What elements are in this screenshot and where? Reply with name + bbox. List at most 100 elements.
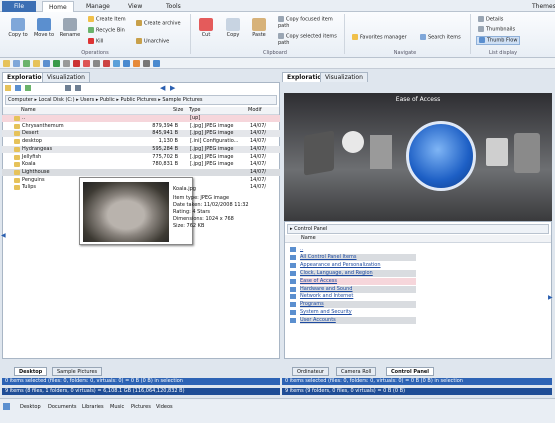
tab-visualization[interactable]: Visualization: [42, 72, 90, 82]
terminal-icon[interactable]: [93, 60, 100, 67]
table-row[interactable]: Koala 780,831 B [.jpg] JPEG image 14/07/: [2, 161, 280, 168]
tab-camera-roll[interactable]: Camera Roll: [336, 367, 377, 376]
thumbnails-view-button[interactable]: Thumbnails: [478, 26, 515, 33]
collapse-right-arrow-icon[interactable]: ▶: [548, 294, 553, 301]
breadcrumb-item[interactable]: Control Panel: [294, 226, 327, 232]
control-panel-item[interactable]: Programs: [300, 301, 416, 309]
search-items-button[interactable]: Search items: [420, 34, 461, 41]
favorite-item[interactable]: Videos: [156, 404, 173, 410]
thumb-flow-view-button[interactable]: Thumb Flow: [476, 36, 521, 45]
breadcrumb-item[interactable]: Computer: [8, 97, 33, 103]
folder-icon[interactable]: [3, 60, 10, 67]
column-modified[interactable]: Modif: [248, 107, 262, 113]
left-breadcrumb[interactable]: Computer ▸ Local Disk (C:) ▸ Users ▸ Pub…: [5, 95, 277, 105]
printer-icon[interactable]: [370, 135, 392, 169]
tab-control-panel[interactable]: Control Panel: [386, 367, 434, 376]
control-panel-item[interactable]: System and Security: [300, 309, 416, 316]
thumb-flow-preview[interactable]: Ease of Access: [284, 93, 552, 221]
copy-focused-path-button[interactable]: Copy focused item path: [278, 16, 340, 29]
new-folder-icon[interactable]: [25, 85, 31, 91]
recycle-bin-button[interactable]: Recycle Bin: [88, 27, 125, 34]
collapse-left-arrow-icon[interactable]: ◀: [1, 232, 6, 239]
tab-home[interactable]: Home: [42, 1, 74, 12]
unarchive-button[interactable]: Unarchive: [136, 38, 169, 45]
breadcrumb-item[interactable]: Users: [80, 97, 94, 103]
control-panel-item[interactable]: Network and Internet: [300, 293, 416, 300]
control-panel-item[interactable]: Clock, Language, and Region: [300, 269, 416, 277]
details-view-button[interactable]: Details: [478, 16, 503, 23]
table-row[interactable]: Hydrangeas 595,284 B [.jpg] JPEG image 14/0…: [2, 145, 280, 153]
paste-button[interactable]: Paste: [248, 18, 270, 38]
tab-tools[interactable]: Tools: [160, 1, 187, 12]
table-row[interactable]: Tulips 14/07/: [2, 184, 280, 191]
firefox-icon[interactable]: [133, 60, 140, 67]
column-type[interactable]: Type: [189, 107, 200, 113]
view-list-icon[interactable]: [75, 85, 81, 91]
media-icon[interactable]: [103, 60, 110, 67]
desktop-icon[interactable]: [3, 403, 10, 410]
breadcrumb-item[interactable]: Local Disk (C:): [39, 97, 75, 103]
globe-icon[interactable]: [123, 60, 130, 67]
table-row[interactable]: Jellyfish 775,702 B [.jpg] JPEG image 14/07…: [2, 154, 280, 161]
cut-button[interactable]: Cut: [196, 18, 216, 38]
folder-up-icon[interactable]: [5, 85, 11, 91]
breadcrumb-item[interactable]: Public: [100, 97, 115, 103]
rename-button[interactable]: Rename: [58, 18, 82, 38]
folder-icon[interactable]: [33, 60, 40, 67]
table-row[interactable]: Desert 845,941 B [.jpg] JPEG image 14/07/: [2, 130, 280, 138]
control-panel-item[interactable]: Ease of Access: [300, 277, 416, 285]
thumb-item[interactable]: [304, 130, 334, 176]
drive-icon[interactable]: [13, 60, 20, 67]
pdf-icon[interactable]: [83, 60, 90, 67]
breadcrumb-item[interactable]: Public Pictures: [120, 97, 156, 103]
move-to-button[interactable]: Move to: [33, 18, 55, 38]
ease-of-access-icon[interactable]: [406, 121, 476, 191]
control-panel-item[interactable]: User Accounts: [300, 317, 416, 325]
tab-ordinateur[interactable]: Ordinateur: [292, 367, 329, 376]
tab-themes[interactable]: Themes: [526, 1, 555, 12]
help-icon[interactable]: [153, 60, 160, 67]
refresh-icon[interactable]: [15, 85, 21, 91]
control-panel-item[interactable]: ..: [300, 246, 416, 253]
kill-button[interactable]: Kill: [88, 38, 103, 45]
table-row[interactable]: Penguins 14/07/: [2, 177, 280, 184]
favorites-manager-button[interactable]: Favorites manager: [352, 34, 407, 41]
favorite-item[interactable]: Libraries: [82, 404, 104, 410]
tab-visualization[interactable]: Visualization: [320, 72, 368, 82]
table-row[interactable]: Chrysanthemum 879,394 B [.jpg] JPEG image 1…: [2, 123, 280, 130]
tab-desktop[interactable]: Desktop: [14, 367, 48, 376]
column-size[interactable]: Size: [173, 107, 183, 113]
settings-icon[interactable]: [143, 60, 150, 67]
back-arrow-icon[interactable]: ◀: [160, 84, 165, 92]
favorite-item[interactable]: Pictures: [131, 404, 151, 410]
create-item-button[interactable]: Create Item: [88, 16, 126, 23]
control-panel-item[interactable]: Appearance and Personalization: [300, 262, 416, 269]
control-panel-item[interactable]: Hardware and Sound: [300, 285, 416, 293]
tab-sample-pictures[interactable]: Sample Pictures: [52, 367, 103, 376]
copy-button[interactable]: Copy: [222, 18, 244, 38]
copy-selected-path-button[interactable]: Copy selected items path: [278, 33, 340, 46]
clock-icon[interactable]: [342, 131, 364, 153]
control-panel-item[interactable]: All Control Panel Items: [300, 253, 416, 261]
text-icon[interactable]: [63, 60, 70, 67]
column-name[interactable]: Name: [301, 235, 316, 241]
right-breadcrumb[interactable]: ▸ Control Panel: [287, 224, 549, 234]
favorite-item[interactable]: Desktop: [20, 404, 41, 410]
word-icon[interactable]: [43, 60, 50, 67]
browser-icon[interactable]: [113, 60, 120, 67]
breadcrumb-item[interactable]: Sample Pictures: [162, 97, 202, 103]
copy-to-button[interactable]: Copy to: [5, 18, 31, 38]
create-archive-button[interactable]: Create archive: [136, 20, 181, 27]
table-row[interactable]: desktop 1,130 B [.ini] Configuratio... 14/0…: [2, 138, 280, 145]
forward-arrow-icon[interactable]: ▶: [170, 84, 175, 92]
network-icon[interactable]: [23, 60, 30, 67]
table-row[interactable]: Lighthouse 14/07/: [2, 168, 280, 176]
tab-file[interactable]: File: [2, 1, 36, 12]
favorite-item[interactable]: Documents: [48, 404, 77, 410]
excel-icon[interactable]: [53, 60, 60, 67]
pdf-icon[interactable]: [73, 60, 80, 67]
tab-manage[interactable]: Manage: [80, 1, 116, 12]
monitor-icon[interactable]: [486, 138, 508, 166]
table-row[interactable]: .. [up]: [2, 115, 280, 122]
favorite-item[interactable]: Music: [110, 404, 124, 410]
